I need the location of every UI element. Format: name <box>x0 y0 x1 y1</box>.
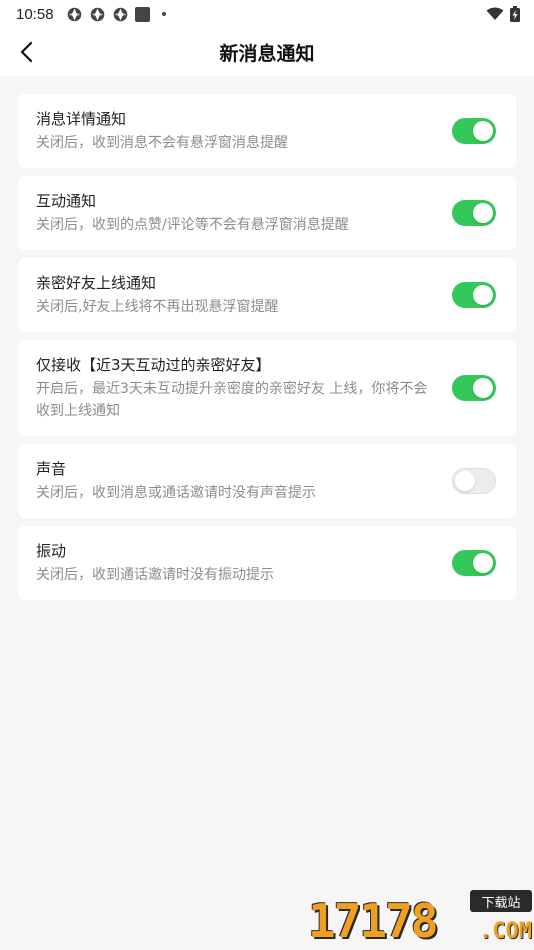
setting-description: 关闭后,好友上线将不再出现悬浮窗提醒 <box>36 299 279 315</box>
more-notifications-dot-icon <box>161 12 166 16</box>
setting-item-message-detail: 消息详情通知 关闭后，收到消息不会有悬浮窗消息提醒 <box>18 94 516 168</box>
setting-text: 消息详情通知 关闭后，收到消息不会有悬浮窗消息提醒 <box>36 108 452 154</box>
toggle-knob <box>473 378 493 398</box>
setting-title: 互动通知 <box>36 192 97 210</box>
setting-item-recent-friends-only: 仅接收【近3天互动过的亲密好友】 开启后，最近3天未互动提升亲密度的亲密好友 上… <box>18 340 516 436</box>
message-detail-toggle[interactable] <box>452 118 496 144</box>
wifi-icon <box>486 7 504 20</box>
close-friend-online-toggle[interactable] <box>452 282 496 308</box>
status-bar: 10:58 <box>0 0 534 28</box>
setting-text: 仅接收【近3天互动过的亲密好友】 开启后，最近3天未互动提升亲密度的亲密好友 上… <box>36 354 452 422</box>
system-icons <box>486 6 520 22</box>
status-time: 10:58 <box>16 5 54 23</box>
top-app-bar: 新消息通知 <box>0 28 534 76</box>
chevron-left-icon <box>20 41 33 63</box>
setting-title: 亲密好友上线通知 <box>36 274 157 292</box>
setting-description: 关闭后，收到通话邀请时没有振动提示 <box>36 567 274 583</box>
vibration-toggle[interactable] <box>452 550 496 576</box>
toggle-knob <box>473 553 493 573</box>
square-notification-icon <box>134 6 150 22</box>
setting-text: 亲密好友上线通知 关闭后,好友上线将不再出现悬浮窗提醒 <box>36 272 452 318</box>
setting-title: 消息详情通知 <box>36 110 127 128</box>
setting-title: 仅接收【近3天互动过的亲密好友】 <box>36 356 271 374</box>
recent-friends-only-toggle[interactable] <box>452 375 496 401</box>
setting-item-vibration: 振动 关闭后，收到通话邀请时没有振动提示 <box>18 526 516 600</box>
sound-toggle[interactable] <box>452 468 496 494</box>
settings-list: 消息详情通知 关闭后，收到消息不会有悬浮窗消息提醒 互动通知 关闭后，收到的点赞… <box>0 76 534 600</box>
toggle-knob <box>473 285 493 305</box>
watermark-digits: 17178 <box>308 894 438 948</box>
toggle-knob <box>473 203 493 223</box>
setting-item-sound: 声音 关闭后，收到消息或通话邀请时没有声音提示 <box>18 444 516 518</box>
app-notification-icon <box>113 7 127 21</box>
app-notification-icon <box>67 7 81 21</box>
page-title: 新消息通知 <box>219 42 315 65</box>
watermark-logo: 17178 下载站 .COM <box>306 890 532 948</box>
setting-description: 开启后，最近3天未互动提升亲密度的亲密好友 上线，你将不会收到上线通知 <box>36 381 428 419</box>
setting-item-close-friend-online: 亲密好友上线通知 关闭后,好友上线将不再出现悬浮窗提醒 <box>18 258 516 332</box>
setting-item-interaction: 互动通知 关闭后，收到的点赞/评论等不会有悬浮窗消息提醒 <box>18 176 516 250</box>
back-button[interactable] <box>10 36 42 68</box>
setting-title: 声音 <box>36 460 67 478</box>
app-notification-icon <box>90 7 104 21</box>
setting-text: 声音 关闭后，收到消息或通话邀请时没有声音提示 <box>36 458 452 504</box>
setting-text: 互动通知 关闭后，收到的点赞/评论等不会有悬浮窗消息提醒 <box>36 190 452 236</box>
toggle-knob <box>455 471 475 491</box>
setting-description: 关闭后，收到消息不会有悬浮窗消息提醒 <box>36 135 288 151</box>
setting-title: 振动 <box>36 542 67 560</box>
setting-description: 关闭后，收到的点赞/评论等不会有悬浮窗消息提醒 <box>36 217 349 233</box>
interaction-toggle[interactable] <box>452 200 496 226</box>
notification-icons <box>66 6 166 23</box>
setting-text: 振动 关闭后，收到通话邀请时没有振动提示 <box>36 540 452 586</box>
watermark-domain: .COM <box>479 919 532 944</box>
toggle-knob <box>473 121 493 141</box>
watermark-badge: 下载站 <box>470 890 532 912</box>
setting-description: 关闭后，收到消息或通话邀请时没有声音提示 <box>36 485 316 501</box>
battery-charging-icon <box>510 6 520 22</box>
